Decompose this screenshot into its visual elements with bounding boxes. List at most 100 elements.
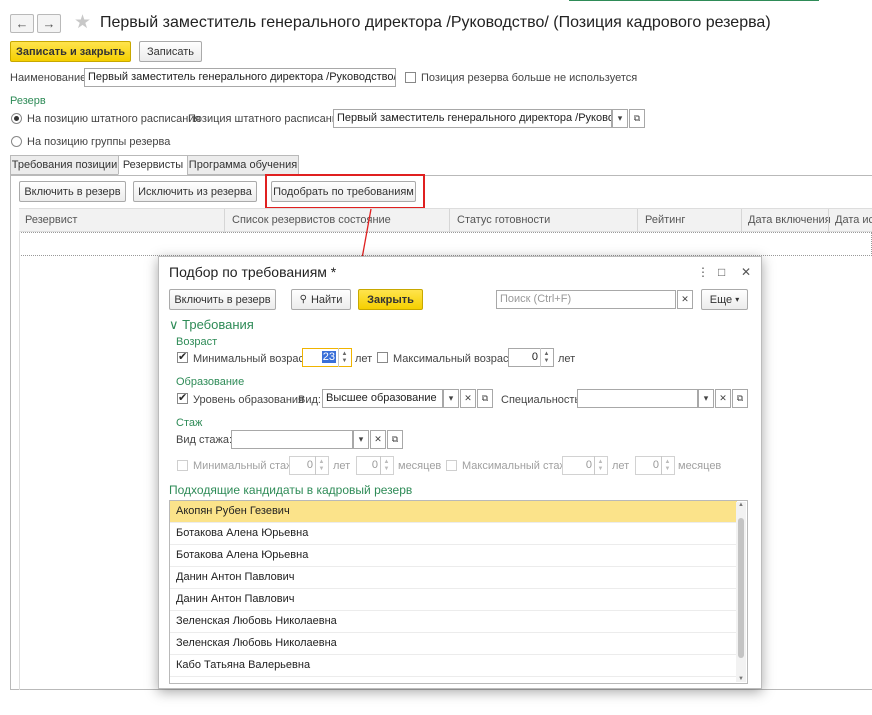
max-exp-label: Максимальный стаж	[462, 460, 567, 472]
radio-group-label: На позицию группы резерва	[27, 136, 171, 148]
min-exp-months-spinner[interactable]: ▲ ▼	[380, 456, 392, 475]
max-exp-months-spinner[interactable]: ▲ ▼	[661, 456, 673, 475]
list-item[interactable]: Зеленская Любовь Николаевна	[170, 611, 737, 633]
reserve-header: Резерв	[10, 95, 46, 107]
list-item[interactable]: Данин Антон Павлович	[170, 567, 737, 589]
list-item[interactable]: Зеленская Любовь Николаевна	[170, 633, 737, 655]
tab-border-left	[10, 175, 11, 690]
scroll-up-icon[interactable]: ▲	[736, 502, 746, 508]
list-item[interactable]: Кабо Татьяна Валерьевна	[170, 655, 737, 677]
dialog-include-button[interactable]: Включить в резерв	[169, 289, 276, 310]
clear-icon[interactable]: ✕	[460, 389, 476, 408]
more-button[interactable]: Еще ▾	[701, 289, 748, 310]
candidates-header: Подходящие кандидаты в кадровый резерв	[169, 483, 413, 497]
min-age-spinner[interactable]: ▲ ▼	[338, 348, 350, 367]
min-age-years: лет	[355, 353, 373, 365]
staff-position-label: Позиция штатного расписания:	[188, 113, 348, 125]
scroll-thumb[interactable]	[738, 518, 744, 658]
dropdown-icon[interactable]: ▾	[353, 430, 369, 449]
tab-training[interactable]: Программа обучения	[187, 155, 299, 175]
close-button[interactable]: Закрыть	[358, 289, 423, 310]
dropdown-icon[interactable]: ▾	[443, 389, 459, 408]
list-item[interactable]: Ботакова Алена Юрьевна	[170, 523, 737, 545]
list-item[interactable]: Данин Антон Павлович	[170, 589, 737, 611]
exp-kind-field[interactable]	[231, 430, 353, 449]
search-input[interactable]: Поиск (Ctrl+F)	[496, 290, 676, 309]
radio-staff-position[interactable]	[11, 113, 22, 124]
unused-label: Позиция резерва больше не используется	[421, 72, 638, 84]
open-icon[interactable]: ⧉	[732, 389, 748, 408]
save-close-button[interactable]: Записать и закрыть	[10, 41, 131, 62]
maximize-icon[interactable]: □	[718, 265, 725, 279]
list-item[interactable]: Ботакова Алена Юрьевна	[170, 545, 737, 567]
min-age-label: Минимальный возраст	[193, 353, 310, 365]
tab-baseline	[10, 175, 872, 176]
max-exp-months-unit: месяцев	[678, 460, 722, 472]
back-arrow-icon[interactable]: ←	[10, 14, 34, 33]
col-reservist[interactable]: Резервист	[25, 214, 77, 226]
experience-header: Стаж	[176, 417, 203, 429]
scroll-down-icon[interactable]: ▼	[736, 676, 746, 682]
star-icon[interactable]: ★	[74, 11, 91, 34]
clear-icon[interactable]: ✕	[715, 389, 731, 408]
search-icon: ⚲	[299, 294, 307, 305]
close-icon[interactable]: ✕	[741, 265, 751, 279]
max-age-label: Максимальный возраст	[393, 353, 514, 365]
specialty-field[interactable]	[577, 389, 698, 408]
unused-checkbox[interactable]	[405, 72, 416, 83]
requirements-label: Требования	[182, 317, 254, 332]
tab-requirements[interactable]: Требования позиции	[10, 155, 119, 175]
list-item[interactable]: Акопян Рубен Гезевич	[170, 501, 737, 523]
name-label: Наименование:	[10, 72, 90, 84]
min-exp-label: Минимальный стаж	[193, 460, 294, 472]
min-age-value: 23	[321, 351, 336, 363]
staff-position-field[interactable]: Первый заместитель генерального директор…	[333, 109, 612, 128]
clear-icon[interactable]: ✕	[677, 290, 693, 309]
kind-field[interactable]: Высшее образование	[322, 389, 443, 408]
open-icon[interactable]: ⧉	[387, 430, 403, 449]
dropdown-icon: ▾	[735, 295, 740, 304]
grid-empty-row[interactable]	[19, 232, 872, 256]
col-rating[interactable]: Рейтинг	[645, 214, 685, 226]
list-scrollbar[interactable]: ▲ ▼	[736, 502, 746, 682]
find-button-label: Найти	[310, 293, 343, 306]
specialty-label: Специальность:	[501, 394, 584, 406]
kind-label: Вид:	[298, 394, 321, 406]
min-age-checkbox[interactable]	[177, 350, 188, 363]
col-readiness[interactable]: Статус готовности	[457, 214, 550, 226]
find-button[interactable]: ⚲ Найти	[291, 289, 351, 310]
clear-icon[interactable]: ✕	[370, 430, 386, 449]
min-exp-years-spinner[interactable]: ▲ ▼	[315, 456, 327, 475]
top-accent-line	[569, 0, 819, 3]
forward-arrow-icon[interactable]: →	[37, 14, 61, 33]
exclude-reserve-button[interactable]: Исключить из резерва	[133, 181, 257, 202]
radio-staff-label: На позицию штатного расписания	[27, 113, 201, 125]
max-exp-years-unit: лет	[612, 460, 630, 472]
open-icon[interactable]: ⧉	[629, 109, 645, 128]
dropdown-icon[interactable]: ▾	[612, 109, 628, 128]
dropdown-icon[interactable]: ▾	[698, 389, 714, 408]
col-date-in[interactable]: Дата включения	[748, 214, 831, 226]
menu-dots-icon[interactable]: ⋮	[697, 265, 709, 279]
max-exp-years-spinner[interactable]: ▲ ▼	[594, 456, 606, 475]
requirements-header[interactable]: ∨ Требования	[169, 317, 254, 333]
tab-border-bottom	[10, 689, 872, 690]
name-field[interactable]: Первый заместитель генерального директор…	[84, 68, 396, 87]
grid-header: Резервист Список резервистов состояние С…	[19, 208, 872, 233]
edu-level-checkbox[interactable]	[177, 391, 188, 404]
candidates-list: Акопян Рубен Гезевич Ботакова Алена Юрье…	[169, 500, 748, 684]
max-age-checkbox[interactable]	[377, 352, 388, 363]
window-title: Первый заместитель генерального директор…	[100, 14, 771, 31]
tab-reservists[interactable]: Резервисты	[118, 155, 188, 175]
save-button[interactable]: Записать	[139, 41, 202, 62]
age-header: Возраст	[176, 336, 218, 348]
max-exp-checkbox[interactable]	[446, 460, 457, 471]
dialog-title: Подбор по требованиям *	[169, 264, 337, 280]
open-icon[interactable]: ⧉	[477, 389, 493, 408]
include-reserve-button[interactable]: Включить в резерв	[19, 181, 126, 202]
radio-group-position[interactable]	[11, 136, 22, 147]
min-exp-checkbox[interactable]	[177, 460, 188, 471]
max-age-spinner[interactable]: ▲ ▼	[540, 348, 552, 367]
col-date-out[interactable]: Дата иск	[835, 214, 872, 226]
exp-kind-label: Вид стажа:	[176, 434, 233, 446]
